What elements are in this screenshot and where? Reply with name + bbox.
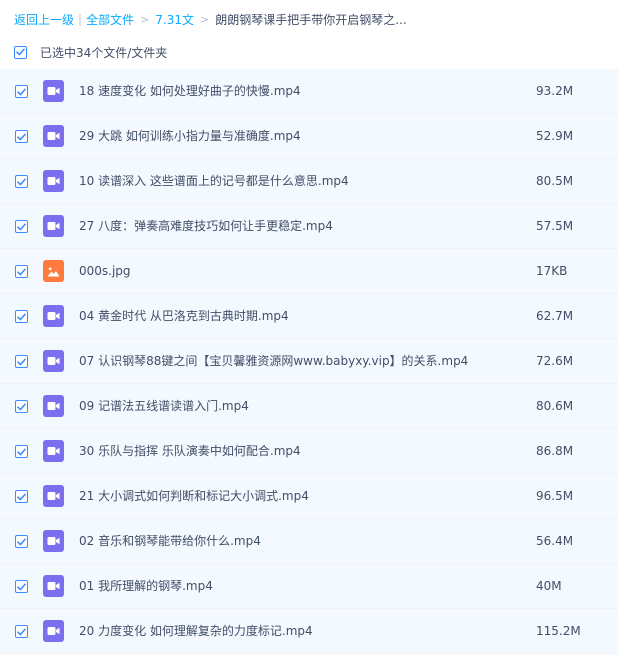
file-name[interactable]: 30 乐队与指挥 乐队演奏中如何配合.mp4 [79, 429, 301, 473]
file-name[interactable]: 000s.jpg [79, 249, 131, 293]
file-row[interactable]: 07 认识钢琴88键之间【宝贝馨雅资源网www.babyxy.vip】的关系.m… [0, 339, 618, 384]
file-checkbox[interactable] [15, 220, 28, 233]
check-icon [17, 538, 26, 545]
file-checkbox[interactable] [15, 580, 28, 593]
video-file-icon [43, 215, 64, 237]
breadcrumb-all-files[interactable]: 全部文件 [86, 11, 134, 28]
file-size: 62.7M [536, 309, 574, 323]
breadcrumb-current: 朗朗钢琴课手把手带你开启钢琴之... [215, 12, 407, 27]
video-file-icon [43, 575, 64, 597]
file-checkbox[interactable] [15, 355, 28, 368]
video-file-icon [43, 395, 64, 417]
breadcrumb-folder[interactable]: 7.31文 [155, 11, 194, 28]
file-checkbox[interactable] [15, 625, 28, 638]
file-row[interactable]: 01 我所理解的钢琴.mp4 40M [0, 564, 618, 609]
file-checkbox[interactable] [15, 490, 28, 503]
video-file-icon [43, 125, 64, 147]
file-row[interactable]: 29 大跳 如何训练小指力量与准确度.mp4 52.9M [0, 114, 618, 159]
file-size: 52.9M [536, 129, 574, 143]
breadcrumb-divider: | [78, 12, 83, 26]
file-checkbox[interactable] [15, 85, 28, 98]
file-row[interactable]: 04 黄金时代 从巴洛克到古典时期.mp4 62.7M [0, 294, 618, 339]
check-icon [17, 178, 26, 185]
file-row[interactable]: 27 八度：弹奏高难度技巧如何让手更稳定.mp4 57.5M [0, 204, 618, 249]
file-row[interactable]: 000s.jpg 17KB [0, 249, 618, 294]
file-size: 40M [536, 579, 562, 593]
breadcrumb-separator-icon: > [200, 12, 210, 26]
file-checkbox[interactable] [15, 130, 28, 143]
file-row[interactable]: 02 音乐和钢琴能带给你什么.mp4 56.4M [0, 519, 618, 564]
file-size: 96.5M [536, 489, 574, 503]
file-row[interactable]: 21 大小调式如何判断和标记大小调式.mp4 96.5M [0, 474, 618, 519]
file-name[interactable]: 01 我所理解的钢琴.mp4 [79, 564, 213, 608]
file-size: 115.2M [536, 624, 581, 638]
check-icon [17, 448, 26, 455]
video-file-icon [43, 530, 64, 552]
file-name[interactable]: 04 黄金时代 从巴洛克到古典时期.mp4 [79, 294, 289, 338]
file-name[interactable]: 18 速度变化 如何处理好曲子的快慢.mp4 [79, 69, 301, 113]
video-file-icon [43, 350, 64, 372]
file-size: 17KB [536, 264, 568, 278]
file-name[interactable]: 07 认识钢琴88键之间【宝贝馨雅资源网www.babyxy.vip】的关系.m… [79, 339, 468, 383]
video-file-icon [43, 440, 64, 462]
file-list: 18 速度变化 如何处理好曲子的快慢.mp4 93.2M 29 大跳 如何训练小… [0, 69, 618, 654]
check-icon [17, 313, 26, 320]
check-icon [17, 493, 26, 500]
file-size: 56.4M [536, 534, 574, 548]
video-file-icon [43, 620, 64, 642]
file-size: 80.5M [536, 174, 574, 188]
file-size: 93.2M [536, 84, 574, 98]
video-file-icon [43, 80, 64, 102]
file-browser: 返回上一级 | 全部文件 > 7.31文 > 朗朗钢琴课手把手带你开启钢琴之..… [0, 0, 618, 655]
image-file-icon [43, 260, 64, 282]
video-file-icon [43, 170, 64, 192]
breadcrumb-separator-icon: > [140, 12, 150, 26]
video-file-icon [43, 485, 64, 507]
check-icon [17, 88, 26, 95]
file-checkbox[interactable] [15, 310, 28, 323]
file-size: 86.8M [536, 444, 574, 458]
file-row[interactable]: 30 乐队与指挥 乐队演奏中如何配合.mp4 86.8M [0, 429, 618, 474]
file-row[interactable]: 20 力度变化 如何理解复杂的力度标记.mp4 115.2M [0, 609, 618, 654]
file-name[interactable]: 21 大小调式如何判断和标记大小调式.mp4 [79, 474, 309, 518]
file-size: 80.6M [536, 399, 574, 413]
file-checkbox[interactable] [15, 175, 28, 188]
file-checkbox[interactable] [15, 535, 28, 548]
check-icon [17, 358, 26, 365]
file-name[interactable]: 29 大跳 如何训练小指力量与准确度.mp4 [79, 114, 301, 158]
file-checkbox[interactable] [15, 265, 28, 278]
check-icon [16, 48, 25, 56]
check-icon [17, 403, 26, 410]
check-icon [17, 268, 26, 275]
file-size: 57.5M [536, 219, 574, 233]
selection-count-label: 已选中34个文件/文件夹 [40, 45, 168, 60]
file-name[interactable]: 02 音乐和钢琴能带给你什么.mp4 [79, 519, 261, 563]
file-checkbox[interactable] [15, 400, 28, 413]
select-all-checkbox[interactable] [14, 45, 27, 59]
file-name[interactable]: 27 八度：弹奏高难度技巧如何让手更稳定.mp4 [79, 204, 333, 248]
file-row[interactable]: 10 读谱深入 这些谱面上的记号都是什么意思.mp4 80.5M [0, 159, 618, 204]
check-icon [17, 628, 26, 635]
file-row[interactable]: 09 记谱法五线谱读谱入门.mp4 80.6M [0, 384, 618, 429]
breadcrumb: 返回上一级 | 全部文件 > 7.31文 > 朗朗钢琴课手把手带你开启钢琴之..… [14, 9, 407, 29]
video-file-icon [43, 305, 64, 327]
file-name[interactable]: 09 记谱法五线谱读谱入门.mp4 [79, 384, 249, 428]
selection-bar: 已选中34个文件/文件夹 [14, 42, 167, 62]
file-name[interactable]: 20 力度变化 如何理解复杂的力度标记.mp4 [79, 609, 313, 653]
file-size: 72.6M [536, 354, 574, 368]
check-icon [17, 133, 26, 140]
check-icon [17, 583, 26, 590]
file-checkbox[interactable] [15, 445, 28, 458]
back-link[interactable]: 返回上一级 [14, 11, 74, 28]
file-name[interactable]: 10 读谱深入 这些谱面上的记号都是什么意思.mp4 [79, 159, 349, 203]
file-row[interactable]: 18 速度变化 如何处理好曲子的快慢.mp4 93.2M [0, 69, 618, 114]
check-icon [17, 223, 26, 230]
